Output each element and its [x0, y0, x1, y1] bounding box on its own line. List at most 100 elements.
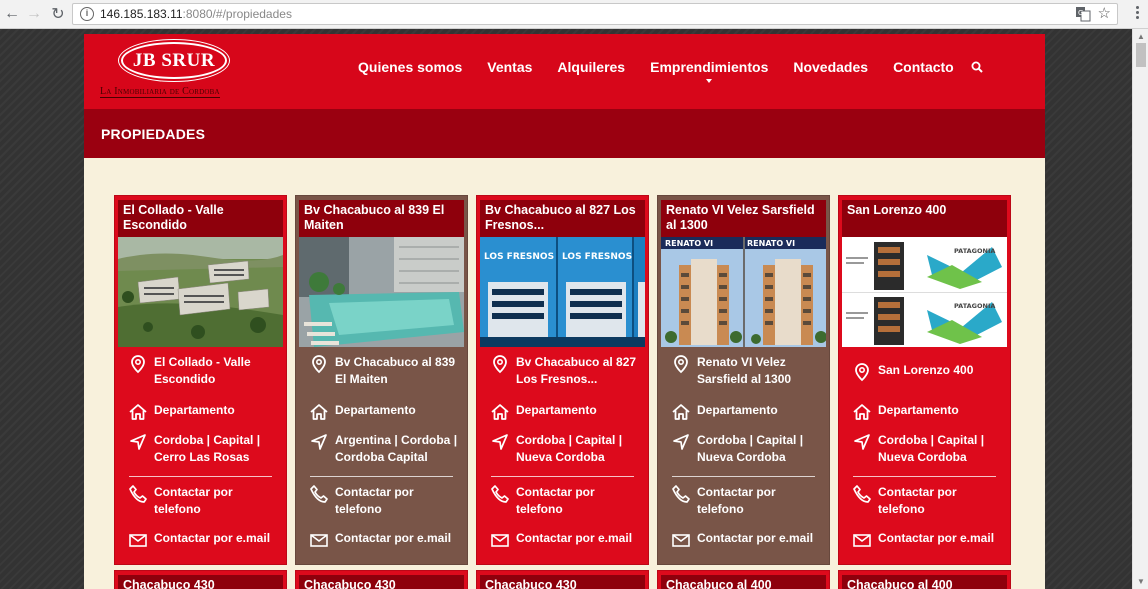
map-pin-icon — [493, 355, 507, 374]
contact-email-link[interactable]: Contactar por e.mail — [878, 530, 1004, 547]
property-card[interactable]: Chacabuco al 400 — [657, 570, 830, 589]
map-pin-icon — [131, 355, 145, 374]
patagonia-label: PATAGONIA — [954, 247, 995, 255]
browser-toolbar: ← → ↻ i 146.185.183.11:8080/#/propiedade… — [0, 0, 1148, 29]
nav-contacto[interactable]: Contacto — [893, 59, 954, 75]
property-card[interactable]: Bv Chacabuco al 827 Los Fresnos... LOS F… — [476, 195, 649, 565]
site-container: JB SRUR La Inmobiliaria de Cordoba Quien… — [84, 34, 1045, 589]
card-type: Departamento — [335, 403, 416, 417]
info-icon[interactable]: i — [80, 7, 94, 21]
card-location: Cordoba | Capital | Nueva Cordoba — [878, 433, 985, 464]
card-title[interactable]: Chacabuco al 400 — [661, 575, 826, 589]
url-text[interactable]: 146.185.183.11:8080/#/propiedades — [100, 7, 292, 21]
card-address[interactable]: San Lorenzo 400 — [878, 362, 1004, 379]
card-title[interactable]: Chacabuco 430 — [299, 575, 464, 589]
property-card[interactable]: Chacabuco 430 — [476, 570, 649, 589]
svg-text:G: G — [1078, 9, 1083, 17]
divider — [129, 476, 272, 477]
card-type: Departamento — [697, 403, 778, 417]
card-title[interactable]: Bv Chacabuco al 839 El Maiten — [299, 200, 464, 237]
card-title[interactable]: Chacabuco al 400 — [842, 575, 1007, 589]
phone-icon — [491, 485, 509, 503]
card-location: Argentina | Cordoba | Cordoba Capital — [335, 433, 458, 464]
page-viewport: JB SRUR La Inmobiliaria de Cordoba Quien… — [0, 29, 1132, 589]
home-icon — [672, 404, 690, 420]
property-card[interactable]: Renato VI Velez Sarsfield al 1300 RENATO… — [657, 195, 830, 565]
map-pin-icon — [674, 355, 688, 374]
logo-subtitle: La Inmobiliaria de Cordoba — [100, 86, 220, 98]
card-title[interactable]: San Lorenzo 400 — [842, 200, 1007, 237]
property-image[interactable] — [299, 237, 464, 347]
forward-icon[interactable]: → — [24, 4, 44, 24]
property-card[interactable]: Chacabuco al 400 — [838, 570, 1011, 589]
card-title[interactable]: El Collado - Valle Escondido — [118, 200, 283, 237]
card-location: Cordoba | Capital | Nueva Cordoba — [516, 433, 623, 464]
nav-novedades[interactable]: Novedades — [793, 59, 868, 75]
page-title: PROPIEDADES — [101, 126, 206, 142]
card-title[interactable]: Chacabuco 430 — [480, 575, 645, 589]
home-icon — [310, 404, 328, 420]
logo-text: JB SRUR — [132, 50, 216, 71]
nav-emprendimientos[interactable]: Emprendimientos — [650, 59, 768, 83]
phone-icon — [853, 485, 871, 503]
envelope-icon — [491, 534, 509, 547]
scroll-down-icon[interactable]: ▼ — [1137, 577, 1145, 586]
envelope-icon — [310, 534, 328, 547]
scroll-thumb[interactable] — [1136, 43, 1146, 67]
nav-ventas[interactable]: Ventas — [487, 59, 532, 75]
card-location: Cordoba | Capital | Nueva Cordoba — [697, 433, 804, 464]
property-card[interactable]: Bv Chacabuco al 839 El Maiten Bv Chacabu… — [295, 195, 468, 565]
contact-phone-link[interactable]: Contactar por telefono — [516, 484, 642, 518]
card-address[interactable]: Bv Chacabuco al 827 Los Fresnos... — [516, 354, 642, 388]
vertical-scrollbar[interactable]: ▲ ▼ — [1132, 29, 1148, 589]
card-title[interactable]: Chacabuco 430 — [118, 575, 283, 589]
envelope-icon — [672, 534, 690, 547]
contact-phone-link[interactable]: Contactar por telefono — [878, 484, 1004, 518]
property-card[interactable]: Chacabuco 430 — [295, 570, 468, 589]
card-type: Departamento — [516, 403, 597, 417]
logo[interactable]: JB SRUR — [121, 42, 227, 79]
location-arrow-icon — [492, 434, 508, 450]
contact-email-link[interactable]: Contactar por e.mail — [697, 530, 823, 547]
card-address[interactable]: El Collado - Valle Escondido — [154, 354, 280, 388]
nav-quienes-somos[interactable]: Quienes somos — [358, 59, 462, 75]
card-type: Departamento — [878, 403, 959, 417]
property-image[interactable]: LOS FRESNOS LOS FRESNOS — [480, 237, 645, 347]
location-arrow-icon — [854, 434, 870, 450]
property-card[interactable]: Chacabuco 430 — [114, 570, 287, 589]
nav-alquileres[interactable]: Alquileres — [557, 59, 625, 75]
card-address[interactable]: Renato VI Velez Sarsfield al 1300 — [697, 354, 823, 388]
translate-icon[interactable]: G — [1075, 6, 1091, 22]
contact-email-link[interactable]: Contactar por e.mail — [154, 530, 280, 547]
menu-icon[interactable] — [1132, 5, 1142, 23]
scroll-up-icon[interactable]: ▲ — [1137, 32, 1145, 41]
search-icon[interactable] — [971, 61, 983, 73]
phone-icon — [129, 485, 147, 503]
patagonia-label: PATAGONIA — [954, 302, 995, 310]
card-address[interactable]: Bv Chacabuco al 839 El Maiten — [335, 354, 461, 388]
card-title[interactable]: Bv Chacabuco al 827 Los Fresnos... — [480, 200, 645, 237]
property-image[interactable]: PATAGONIA PATAGONIA — [842, 237, 1007, 347]
contact-phone-link[interactable]: Contactar por telefono — [154, 484, 280, 518]
site-header: JB SRUR La Inmobiliaria de Cordoba Quien… — [84, 34, 1045, 109]
reload-icon[interactable]: ↻ — [48, 4, 68, 24]
card-title[interactable]: Renato VI Velez Sarsfield al 1300 — [661, 200, 826, 237]
back-icon[interactable]: ← — [2, 4, 22, 24]
bookmark-star-icon[interactable]: ☆ — [1098, 4, 1111, 22]
contact-email-link[interactable]: Contactar por e.mail — [516, 530, 642, 547]
property-image[interactable] — [118, 237, 283, 347]
envelope-icon — [129, 534, 147, 547]
contact-phone-link[interactable]: Contactar por telefono — [697, 484, 823, 518]
property-card[interactable]: San Lorenzo 400 PATAGONIA PATAGONIA San … — [838, 195, 1011, 565]
property-image[interactable]: RENATO VI RENATO VI — [661, 237, 826, 347]
contact-email-link[interactable]: Contactar por e.mail — [335, 530, 461, 547]
location-arrow-icon — [130, 434, 146, 450]
location-arrow-icon — [673, 434, 689, 450]
renato-label: RENATO VI — [747, 239, 795, 248]
address-bar[interactable]: i 146.185.183.11:8080/#/propiedades G ☆ — [72, 3, 1118, 25]
divider — [491, 476, 634, 477]
property-card[interactable]: El Collado - Valle Escondido El Collado … — [114, 195, 287, 565]
map-pin-icon — [855, 363, 869, 382]
contact-phone-link[interactable]: Contactar por telefono — [335, 484, 461, 518]
renato-label: RENATO VI — [665, 239, 713, 248]
